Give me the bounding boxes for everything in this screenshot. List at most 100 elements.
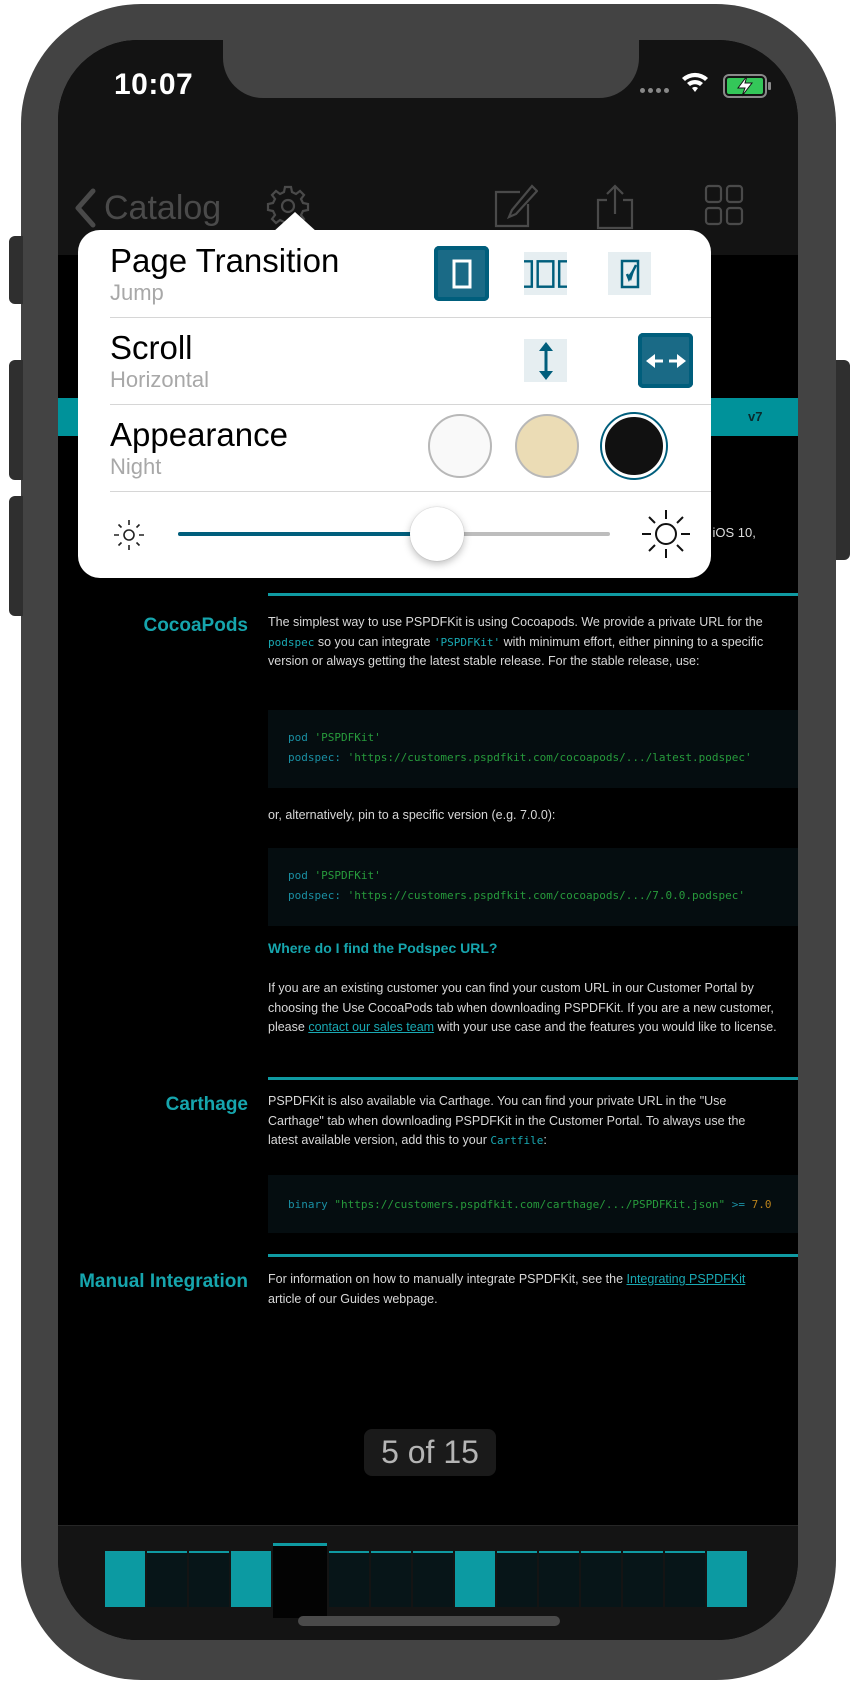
page-transition-row: Page Transition Jump [110, 230, 711, 318]
code-token: 7.0 [751, 1198, 772, 1211]
code-token: 'https://customers.pspdfkit.com/cocoapod… [347, 888, 745, 902]
volume-down-button [9, 496, 23, 616]
page-thumbnail[interactable] [371, 1551, 411, 1607]
single-page-icon [452, 259, 471, 288]
podspec-url-heading: Where do I find the Podspec URL? [268, 940, 498, 956]
code-line: binary "https://customers.pspdfkit.com/c… [288, 1195, 778, 1215]
manual-integration-paragraph: For information on how to manually integ… [268, 1270, 778, 1309]
brightness-slider-fill [178, 532, 438, 536]
appearance-default-swatch[interactable] [428, 414, 492, 478]
text-link[interactable]: contact our sales team [308, 1020, 434, 1034]
appearance-night-swatch[interactable] [602, 414, 666, 478]
transition-continuous-button[interactable] [518, 246, 573, 301]
page-thumbnail[interactable] [581, 1551, 621, 1607]
page-thumbnail[interactable] [413, 1551, 453, 1607]
section-divider [268, 1254, 798, 1257]
brightness-slider[interactable] [178, 507, 610, 561]
cocoapods-paragraph: The simplest way to use PSPDFKit is usin… [268, 613, 778, 672]
code-token: podspec: [288, 750, 348, 764]
settings-popover: Page Transition Jump Scroll Horizontal A… [78, 212, 711, 578]
page-transition-title: Page Transition [110, 242, 340, 279]
section-divider [268, 593, 798, 596]
text-run: with your use case and the features you … [434, 1020, 777, 1034]
code-block-carthage: binary "https://customers.pspdfkit.com/c… [268, 1175, 798, 1233]
grid-icon[interactable] [704, 184, 744, 226]
scroll-value: Horizontal [110, 367, 210, 392]
cellular-signal-icon [640, 88, 669, 93]
page-thumbnail[interactable] [147, 1551, 187, 1607]
code-block-pinned: pod 'PSPDFKit' podspec: 'https://customer… [268, 848, 798, 926]
share-icon[interactable] [592, 184, 638, 230]
appearance-title: Appearance [110, 416, 288, 453]
text-run: article of our Guides webpage. [268, 1291, 438, 1306]
text-run: so you can integrate [314, 634, 434, 649]
transition-jump-button[interactable] [434, 246, 489, 301]
battery-charging-icon [723, 74, 771, 98]
scroll-row: Scroll Horizontal [110, 317, 711, 405]
scroll-title: Scroll [110, 329, 193, 366]
popover-arrow [273, 212, 317, 232]
section-title-manual-integration: Manual Integration [79, 1271, 248, 1292]
status-time: 10:07 [114, 68, 194, 101]
carthage-paragraph: PSPDFKit is also available via Carthage.… [268, 1092, 778, 1151]
vertical-scroll-icon [538, 341, 553, 380]
notch [223, 40, 639, 98]
thumbnail-list [105, 1543, 747, 1618]
page-transition-value: Jump [110, 280, 164, 305]
page-thumbnail[interactable] [665, 1551, 705, 1607]
brightness-row [110, 492, 711, 578]
inline-code: Cartfile [490, 1134, 544, 1147]
inline-code: podspec [268, 635, 315, 649]
version-badge: v7 [748, 409, 763, 424]
code-token: 'PSPDFKit' [314, 731, 381, 744]
page-thumbnail[interactable] [497, 1551, 537, 1607]
page-thumbnail[interactable] [455, 1551, 495, 1607]
code-token: 'https://customers.pspdfkit.com/cocoapod… [347, 750, 752, 764]
podspec-url-paragraph: If you are an existing customer you can … [268, 979, 778, 1038]
scroll-horizontal-button[interactable] [638, 333, 693, 388]
annotate-icon[interactable] [492, 184, 538, 230]
code-token: >= [731, 1198, 752, 1211]
page-indicator: 5 of 15 [364, 1429, 496, 1476]
page-thumbnail[interactable] [189, 1551, 229, 1607]
page-thumbnail[interactable] [623, 1551, 663, 1607]
page-curl-icon [620, 259, 639, 288]
code-token: pod [288, 731, 315, 744]
text-run: The simplest way to use PSPDFKit is usin… [268, 615, 763, 629]
text-link[interactable]: Integrating PSPDFKit [627, 1272, 746, 1286]
brightness-slider-thumb[interactable] [410, 507, 465, 561]
appearance-sepia-swatch[interactable] [515, 414, 579, 478]
code-line: pod 'PSPDFKit' [288, 866, 778, 886]
code-token: podspec: [288, 888, 348, 902]
page-thumbnail[interactable] [231, 1551, 271, 1607]
page-thumbnail[interactable] [273, 1543, 327, 1618]
section-title-cocoapods: CocoaPods [143, 615, 248, 636]
wifi-icon [682, 72, 708, 92]
code-token: 'PSPDFKit' [314, 869, 381, 882]
mute-switch [9, 236, 23, 304]
section-title-carthage: Carthage [165, 1094, 248, 1115]
page-thumbnail[interactable] [539, 1551, 579, 1607]
power-button [836, 360, 850, 560]
home-indicator[interactable] [298, 1616, 560, 1626]
code-line: podspec: 'https://customers.pspdfkit.com… [288, 886, 778, 906]
text-run: For information on how to manually integ… [268, 1272, 627, 1286]
appearance-value: Night [110, 454, 162, 479]
code-line: pod 'PSPDFKit' [288, 728, 778, 748]
horizontal-scroll-icon [645, 353, 686, 368]
continuous-pages-icon [524, 259, 567, 288]
code-token: pod [288, 869, 315, 882]
brightness-low-icon [114, 520, 144, 550]
section-divider [268, 1077, 798, 1080]
back-button[interactable]: Catalog [74, 188, 221, 228]
page-thumbnail[interactable] [707, 1551, 747, 1607]
text-run: : [543, 1133, 547, 1147]
page-thumbnail[interactable] [105, 1551, 145, 1607]
transition-curl-button[interactable] [602, 246, 657, 301]
scroll-vertical-button[interactable] [518, 333, 573, 388]
inline-code: 'PSPDFKit' [433, 635, 501, 649]
page-thumbnail[interactable] [329, 1551, 369, 1607]
code-token: binary [288, 1198, 335, 1211]
alternative-text: or, alternatively, pin to a specific ver… [268, 808, 556, 822]
appearance-row: Appearance Night [110, 404, 711, 492]
